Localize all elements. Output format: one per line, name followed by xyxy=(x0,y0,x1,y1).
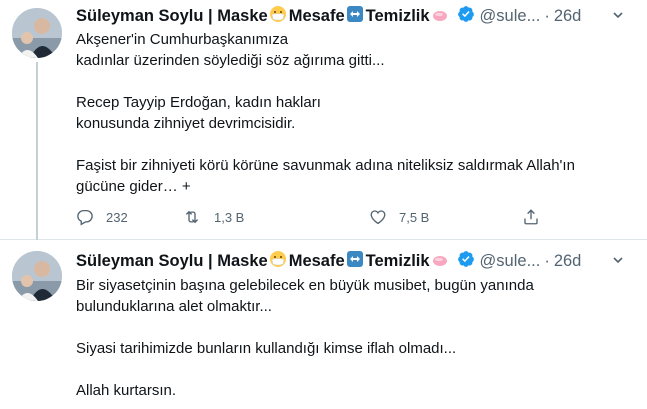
author-name-part[interactable]: Temizlik xyxy=(366,252,430,271)
reply-button[interactable]: 232 xyxy=(76,205,128,229)
author-name-part[interactable]: Temizlik xyxy=(366,7,430,26)
tweet-text-line: Faşist bir zihniyeti körü körüne savunma… xyxy=(76,157,575,174)
tweet-text: Bir siyasetçinin başına gelebilecek en b… xyxy=(76,275,633,401)
tweet-text-line: Akşener'in Cumhurbaşkanımıza xyxy=(76,31,289,48)
timestamp[interactable]: 26d xyxy=(554,7,582,26)
author-name[interactable]: Süleyman Soylu | Maske xyxy=(76,252,268,271)
left-right-arrow-emoji xyxy=(346,5,364,28)
retweet-count: 1,3 B xyxy=(214,209,245,225)
verified-badge-icon xyxy=(457,5,475,28)
share-button[interactable] xyxy=(522,205,540,229)
tweet-text-line: bulunduklarına alet olmaktır... xyxy=(76,298,272,315)
tweet-feed: Süleyman Soylu | Maske Mesafe Temizlik @… xyxy=(0,0,647,409)
tweet-text-line: konusunda zihniyet devrimcisidir. xyxy=(76,115,296,132)
reply-icon xyxy=(77,209,93,226)
soap-emoji xyxy=(431,5,449,28)
soap-emoji xyxy=(431,250,449,273)
face-with-medical-mask-emoji xyxy=(269,250,287,273)
tweet-actions: 232 1,3 B 7,5 B xyxy=(76,205,556,229)
tweet-header: Süleyman Soylu | Maske Mesafe Temizlik @… xyxy=(76,4,637,28)
reply-count: 232 xyxy=(106,209,128,225)
author-handle[interactable]: @sule... xyxy=(480,252,541,271)
separator-dot: · xyxy=(544,251,550,270)
tweet-text: Akşener'in Cumhurbaşkanımıza kadınlar üz… xyxy=(76,29,633,197)
tweet-text-line: Recep Tayyip Erdoğan, kadın hakları xyxy=(76,94,321,111)
tweet-text-line: Allah kurtarsın. xyxy=(76,382,177,399)
tweet-text-line: Siyasi tarihimizde bunların kullandığı k… xyxy=(76,340,457,357)
more-options-icon[interactable] xyxy=(607,4,629,26)
avatar[interactable] xyxy=(12,251,62,301)
more-options-icon[interactable] xyxy=(607,249,629,271)
author-name-part[interactable]: Mesafe xyxy=(289,7,345,26)
avatar[interactable] xyxy=(12,8,62,58)
tweet-text-line: Bir siyasetçinin başına gelebilecek en b… xyxy=(76,277,534,294)
retweet-button[interactable]: 1,3 B xyxy=(182,205,244,229)
like-count: 7,5 B xyxy=(399,209,430,225)
like-button[interactable]: 7,5 B xyxy=(369,205,429,229)
tweet[interactable]: Süleyman Soylu | Maske Mesafe Temizlik @… xyxy=(0,241,647,409)
timestamp[interactable]: 26d xyxy=(554,252,582,271)
left-right-arrow-emoji xyxy=(346,250,364,273)
author-handle[interactable]: @sule... xyxy=(480,7,541,26)
thread-line xyxy=(36,62,38,240)
tweet-text-line: kadınlar üzerinden söylediği söz ağırıma… xyxy=(76,52,385,69)
author-name-part[interactable]: Mesafe xyxy=(289,252,345,271)
tweet[interactable]: Süleyman Soylu | Maske Mesafe Temizlik @… xyxy=(0,0,647,240)
face-with-medical-mask-emoji xyxy=(269,5,287,28)
share-icon xyxy=(524,209,538,225)
heart-icon xyxy=(370,210,386,225)
tweet-text-line: gücüne gider… + xyxy=(76,178,191,195)
verified-badge-icon xyxy=(457,250,475,273)
retweet-icon xyxy=(185,210,199,224)
separator-dot: · xyxy=(544,6,550,25)
author-name[interactable]: Süleyman Soylu | Maske xyxy=(76,7,268,26)
tweet-header: Süleyman Soylu | Maske Mesafe Temizlik @… xyxy=(76,249,637,273)
